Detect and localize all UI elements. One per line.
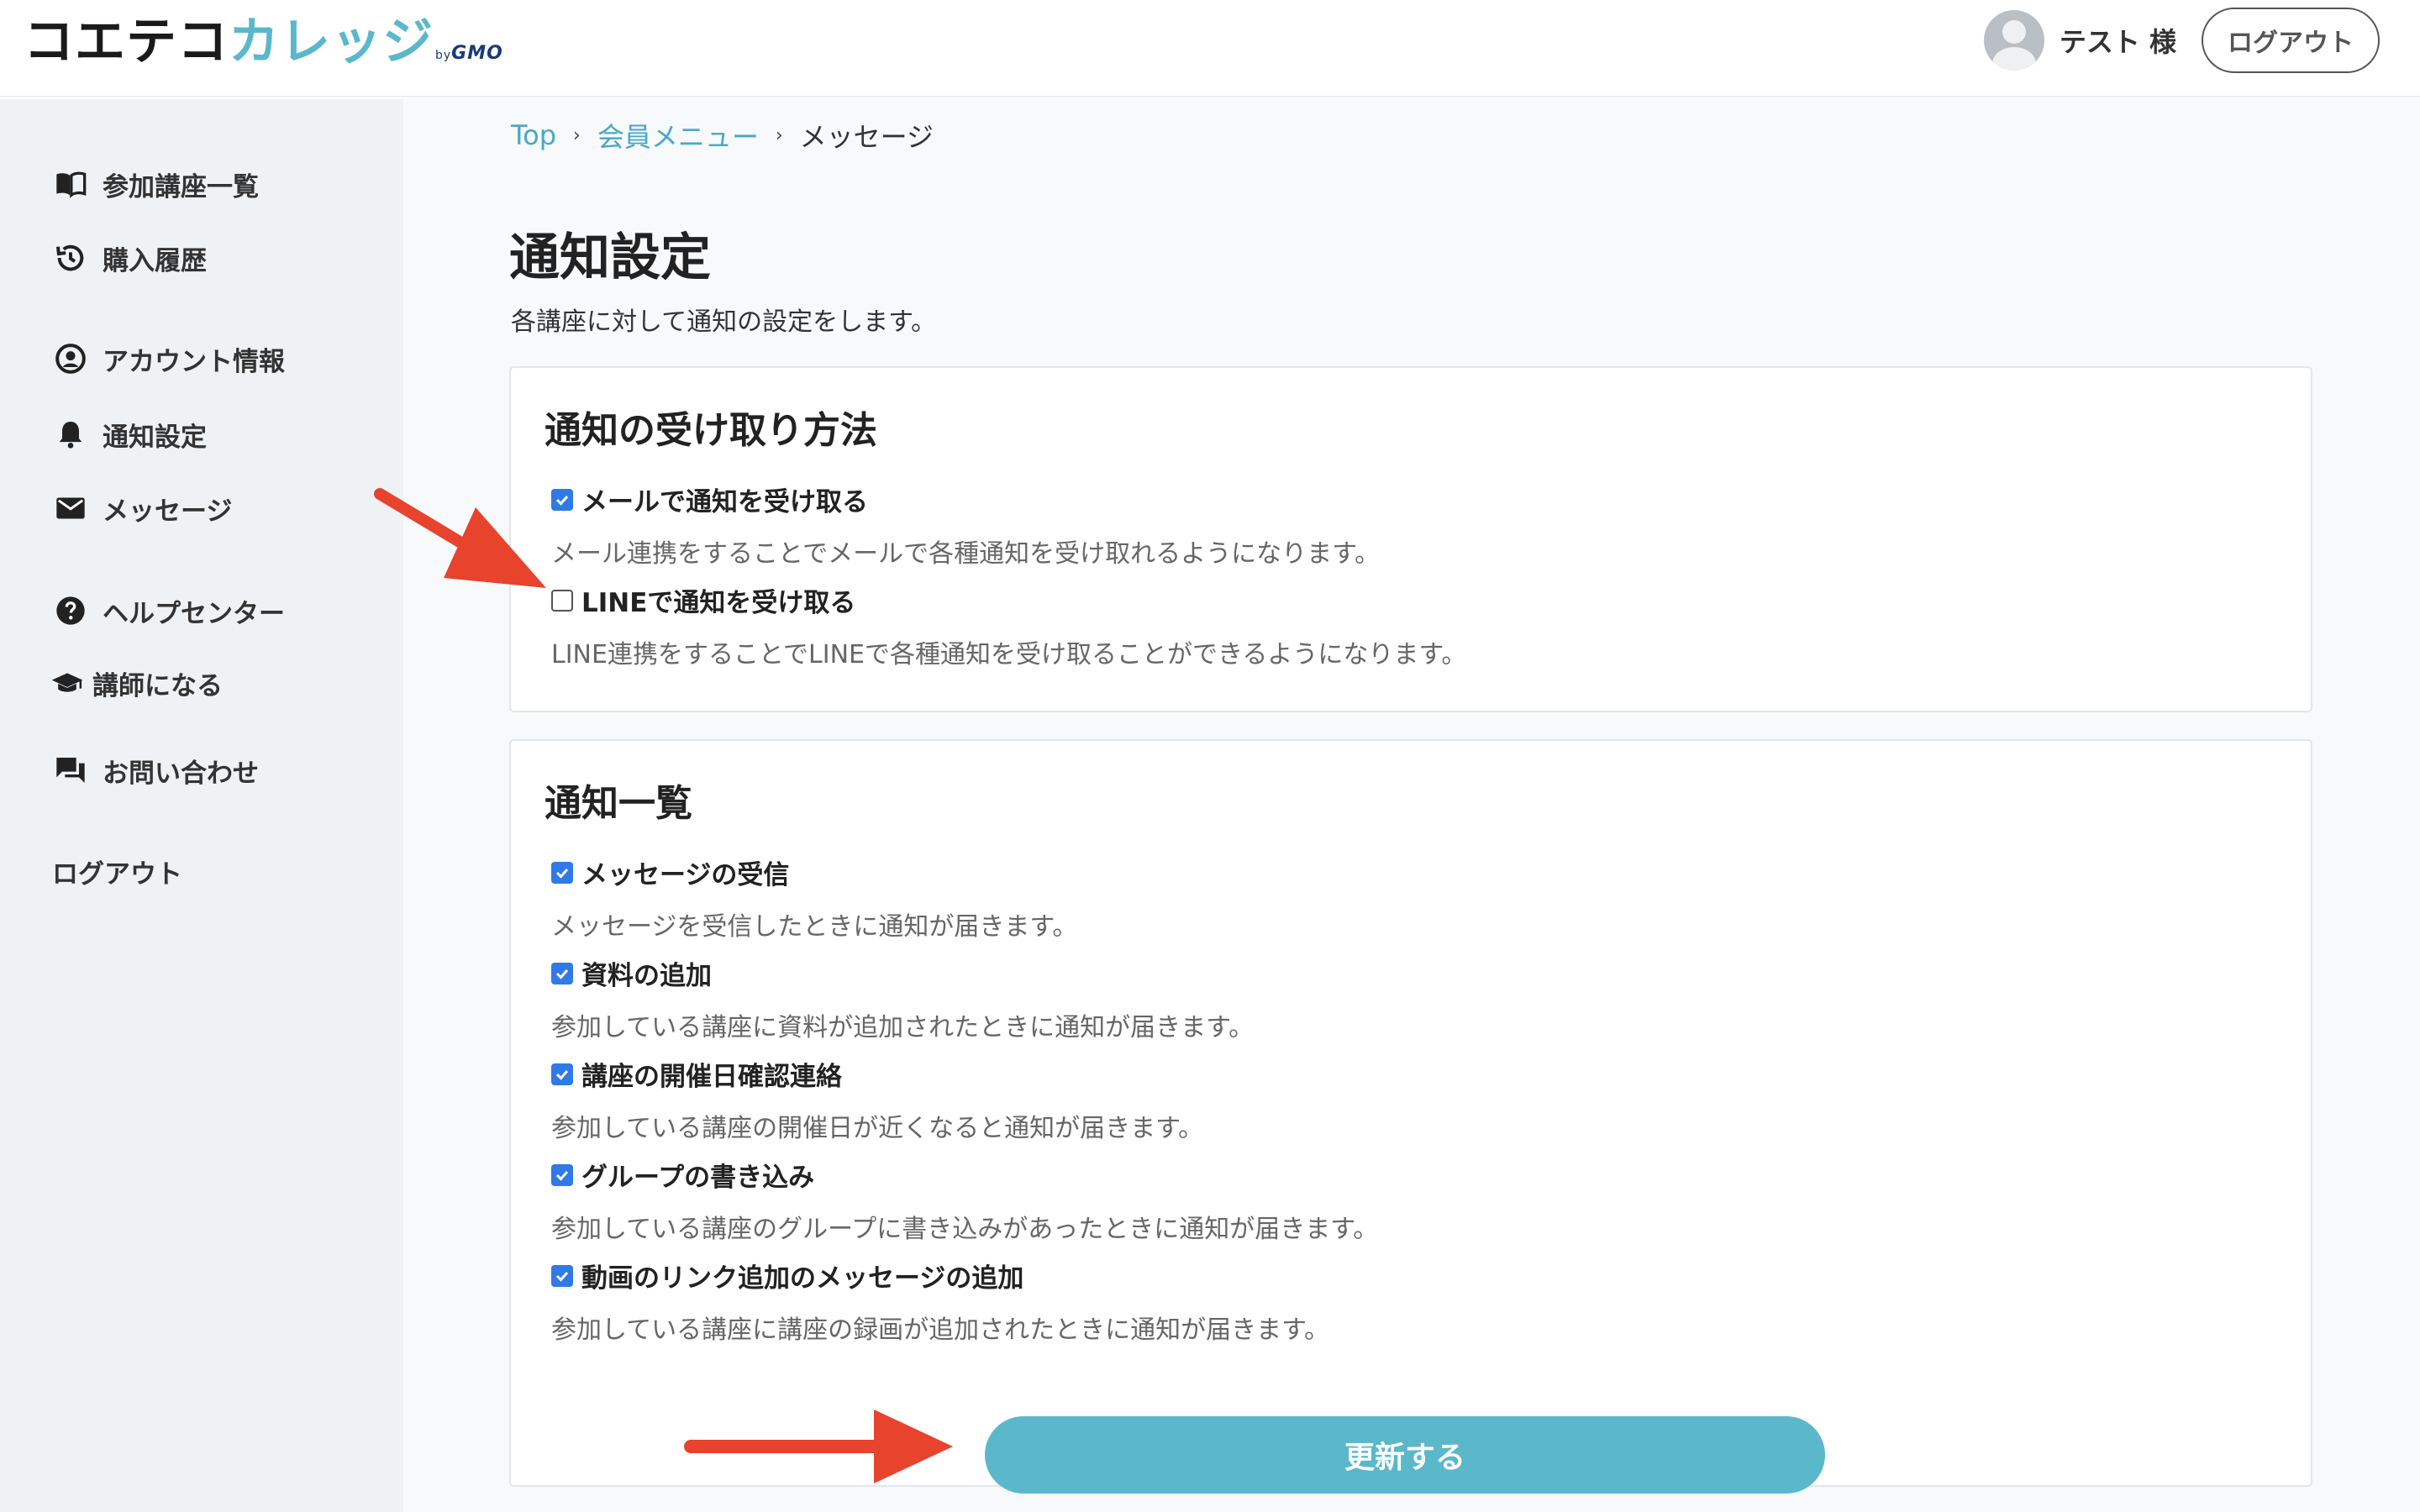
sidebar-item-label: お問い合わせ — [103, 758, 259, 789]
sidebar: 参加講座一覧 購入履歴 アカウント情報 通知設定 メッセージ ヘルプセンター 講… — [0, 99, 403, 1512]
sidebar-item-courses[interactable]: 参加講座一覧 — [52, 163, 259, 205]
mail-icon — [52, 490, 89, 527]
header: コエテコカレッジ byGMO テスト 様 ログアウト — [0, 0, 2420, 97]
option-label: メールで通知を受け取る — [581, 487, 868, 517]
option-label: グループの書き込み — [581, 1163, 815, 1193]
option-video-link-added[interactable]: 動画のリンク追加のメッセージの追加 — [551, 1257, 1023, 1294]
sidebar-item-contact[interactable]: お問い合わせ — [52, 749, 259, 791]
message-received-checkbox[interactable] — [551, 861, 573, 884]
breadcrumb-link-member-menu[interactable]: 会員メニュー — [597, 116, 759, 155]
sidebar-item-account[interactable]: アカウント情報 — [52, 338, 285, 380]
option-group-post[interactable]: グループの書き込み — [551, 1156, 814, 1194]
sidebar-item-help-center[interactable]: ヘルプセンター — [52, 590, 285, 632]
breadcrumb-current: メッセージ — [799, 121, 934, 153]
option-label: メッセージの受信 — [581, 860, 790, 890]
breadcrumb-separator: › — [775, 124, 783, 146]
breadcrumb-link-top[interactable]: Top — [511, 119, 556, 151]
chat-icon — [52, 752, 89, 789]
option-description: 参加している講座に講座の録画が追加されたときに通知が届きます。 — [551, 1315, 1330, 1345]
sidebar-item-label: 通知設定 — [103, 422, 207, 453]
avatar-body-shape — [1991, 47, 2036, 71]
user-name: テスト 様 — [2059, 26, 2176, 58]
brand-name-part1: コエテコ — [24, 13, 229, 71]
page-description: 各講座に対して通知の設定をします。 — [511, 307, 937, 337]
sidebar-item-label: メッセージ — [103, 496, 233, 527]
option-message-received[interactable]: メッセージの受信 — [551, 853, 789, 891]
brand-logo[interactable]: コエテコカレッジ byGMO — [24, 12, 503, 86]
sidebar-item-label: 講師になる — [92, 670, 223, 701]
bell-icon — [52, 416, 89, 453]
sidebar-item-label: アカウント情報 — [103, 346, 285, 377]
main-content: Top › 会員メニュー › メッセージ 通知設定 各講座に対して通知の設定をし… — [403, 99, 2420, 1512]
sidebar-item-become-instructor[interactable]: 講師になる — [49, 662, 223, 704]
option-label: LINEで通知を受け取る — [581, 588, 856, 618]
sidebar-item-label: ログアウト — [52, 858, 182, 890]
header-logout-button[interactable]: ログアウト — [2202, 8, 2380, 73]
card-title: 通知一覧 — [544, 782, 692, 825]
video-link-checkbox[interactable] — [551, 1264, 573, 1287]
history-icon — [52, 239, 89, 276]
option-description: メール連携をすることでメールで各種通知を受け取れるようになります。 — [551, 539, 1381, 569]
option-description: LINE連携をすることでLINEで各種通知を受け取ることができるようになります。 — [551, 640, 1467, 669]
option-description: 参加している講座のグループに書き込みがあったときに通知が届きます。 — [551, 1215, 1379, 1244]
sidebar-item-purchase-history[interactable]: 購入履歴 — [52, 237, 207, 279]
line-checkbox[interactable] — [551, 589, 573, 612]
option-description: 参加している講座に資料が追加されたときに通知が届きます。 — [551, 1013, 1255, 1042]
receive-methods-card: 通知の受け取り方法 メールで通知を受け取る メール連携をすることでメールで各種通… — [509, 366, 2312, 712]
material-added-checkbox[interactable] — [551, 962, 573, 984]
email-checkbox[interactable] — [551, 488, 573, 511]
avatar-head-shape — [2002, 20, 2026, 44]
user-area: テスト 様 ログアウト — [1983, 7, 2380, 74]
option-label: 動画のリンク追加のメッセージの追加 — [581, 1263, 1024, 1294]
course-date-checkbox[interactable] — [551, 1063, 573, 1085]
breadcrumb: Top › 会員メニュー › メッセージ — [511, 116, 934, 155]
brand-by: by — [435, 49, 452, 62]
option-email[interactable]: メールで通知を受け取る — [551, 480, 868, 518]
page-title: 通知設定 — [509, 228, 711, 287]
notification-list-card: 通知一覧 メッセージの受信 メッセージを受信したときに通知が届きます。 資料の追… — [509, 739, 2312, 1487]
sidebar-item-label: ヘルプセンター — [103, 598, 285, 629]
sidebar-item-messages[interactable]: メッセージ — [52, 487, 232, 529]
sidebar-item-logout[interactable]: ログアウト — [52, 850, 182, 892]
book-icon — [52, 165, 89, 202]
group-post-checkbox[interactable] — [551, 1163, 573, 1186]
option-label: 資料の追加 — [581, 961, 712, 991]
sidebar-item-notifications[interactable]: 通知設定 — [52, 413, 207, 455]
account-icon — [52, 340, 89, 377]
sidebar-item-label: 購入履歴 — [103, 245, 207, 276]
card-title: 通知の受け取り方法 — [544, 409, 877, 452]
option-line[interactable]: LINEで通知を受け取る — [551, 581, 855, 619]
option-course-date-confirmation[interactable]: 講座の開催日確認連絡 — [551, 1055, 842, 1093]
option-label: 講座の開催日確認連絡 — [581, 1062, 842, 1092]
help-icon — [52, 592, 89, 629]
brand-gmo: GMO — [451, 43, 503, 64]
option-description: 参加している講座の開催日が近くなると通知が届きます。 — [551, 1114, 1204, 1143]
option-material-added[interactable]: 資料の追加 — [551, 954, 712, 992]
avatar[interactable] — [1983, 10, 2044, 71]
update-button[interactable]: 更新する — [985, 1416, 1825, 1494]
breadcrumb-separator: › — [573, 124, 581, 146]
graduation-cap-icon — [49, 664, 86, 701]
option-description: メッセージを受信したときに通知が届きます。 — [551, 912, 1078, 942]
sidebar-item-label: 参加講座一覧 — [103, 171, 259, 202]
brand-name-part2: カレッジ — [229, 13, 434, 71]
